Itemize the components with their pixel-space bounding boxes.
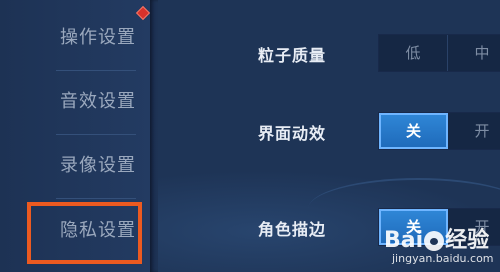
character-outline-label: 角色描边 [258, 220, 327, 239]
sidebar-item-label: 操作设置 [60, 27, 136, 48]
settings-sidebar: 操作设置 音效设置 录像设置 隐私设置 [0, 0, 151, 272]
particle-quality-medium-option[interactable]: 中 [448, 35, 500, 71]
particle-quality-label: 粒子质量 [258, 46, 327, 65]
paw-icon [424, 231, 445, 251]
particle-quality-selector: 低 中 [378, 34, 500, 72]
particle-quality-low-option[interactable]: 低 [379, 35, 448, 71]
ui-animation-off-option[interactable]: 关 [379, 113, 449, 149]
baidu-logo: Bai 经验 [384, 222, 489, 254]
ui-animation-toggle: 关 开 [378, 112, 500, 150]
sidebar-item-operation-settings[interactable]: 操作设置 [0, 6, 150, 70]
sidebar-item-label: 音效设置 [60, 91, 136, 112]
watermark-logo-left: Bai [384, 228, 424, 253]
sidebar-item-sound-settings[interactable]: 音效设置 [0, 70, 150, 134]
watermark-url: jingyan.baidu.com [392, 252, 494, 265]
sidebar-item-label: 录像设置 [60, 155, 136, 176]
ui-animation-label: 界面动效 [258, 124, 327, 143]
sidebar-item-recording-settings[interactable]: 录像设置 [0, 134, 150, 198]
highlight-box [27, 202, 142, 264]
ui-animation-on-option[interactable]: 开 [448, 113, 500, 149]
sidebar-edge [150, 0, 158, 272]
watermark-logo-right: 经验 [445, 228, 490, 253]
